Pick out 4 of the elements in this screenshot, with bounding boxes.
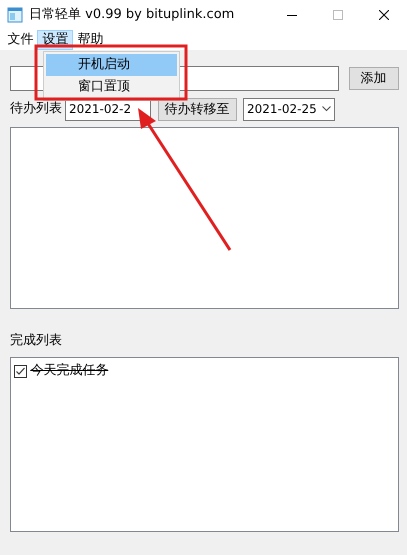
done-list-label: 完成列表 (10, 333, 62, 348)
task-text: 今天完成任务 (30, 362, 108, 380)
window-title: 日常轻单 v0.99 by bituplink.com (29, 6, 234, 24)
todo-list-label: 待办列表 (10, 100, 62, 118)
